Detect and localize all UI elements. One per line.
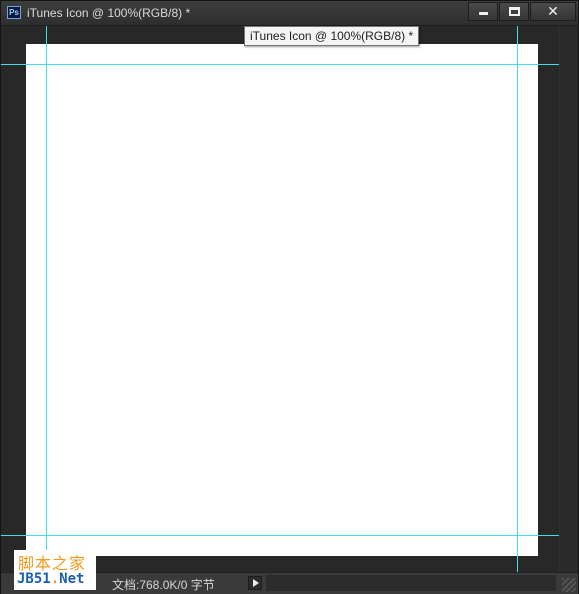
document-size-info[interactable]: 文档:768.0K/0 字节 [112,576,215,593]
close-icon: ✕ [547,3,559,19]
watermark-domain: JB51.Net [17,571,84,587]
minimize-icon [479,12,488,15]
document-canvas[interactable] [26,44,538,556]
guide-vertical-left[interactable] [46,26,47,572]
watermark-domain-prefix: JB51 [17,571,51,587]
resize-grip-icon[interactable] [562,578,576,592]
photoshop-app-icon: Ps [7,6,21,19]
status-menu-arrow-icon[interactable] [248,576,262,590]
document-window: Ps iTunes Icon @ 100%(RGB/8) * ✕ iTunes … [0,0,579,594]
maximize-button[interactable] [499,2,529,21]
title-bar[interactable]: Ps iTunes Icon @ 100%(RGB/8) * ✕ [1,1,578,26]
watermark-domain-suffix: Net [59,571,85,587]
guide-horizontal-bottom[interactable] [1,535,559,536]
window-controls: ✕ [467,2,576,22]
close-button[interactable]: ✕ [530,2,576,21]
minimize-button[interactable] [468,2,498,21]
horizontal-scrollbar[interactable] [266,575,556,591]
window-title: iTunes Icon @ 100%(RGB/8) * [27,6,191,20]
guide-horizontal-top[interactable] [1,64,559,65]
title-tooltip: iTunes Icon @ 100%(RGB/8) * [244,26,420,46]
site-watermark: 脚本之家 JB51.Net [14,550,96,590]
watermark-domain-dot: . [50,571,60,587]
maximize-icon [509,7,520,16]
canvas-workspace[interactable] [1,26,559,572]
vertical-scrollbar[interactable] [560,26,578,572]
guide-vertical-right[interactable] [517,26,518,572]
